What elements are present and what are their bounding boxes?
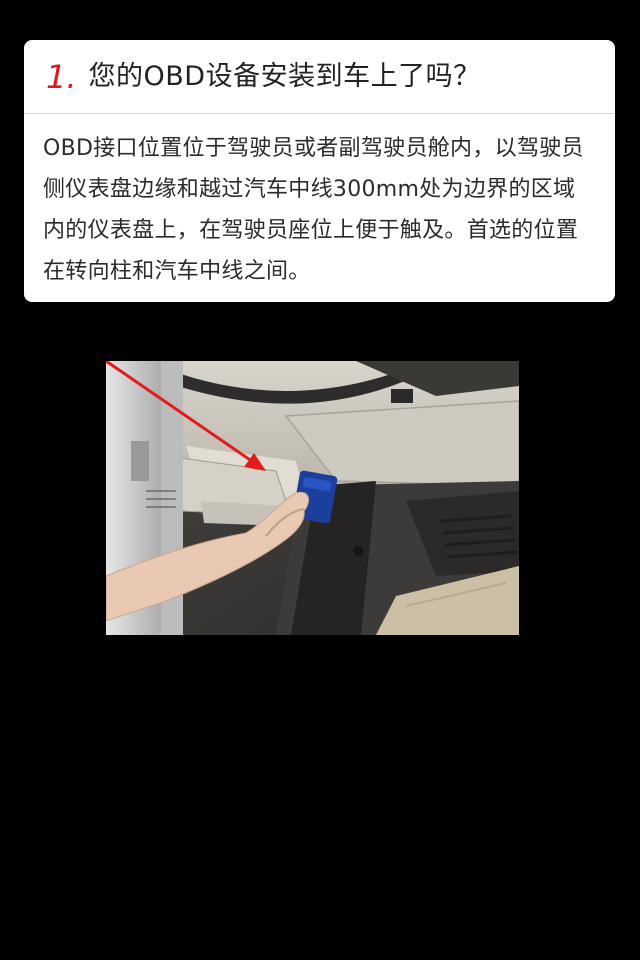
step-card: 1. 您的OBD设备安装到车上了吗？ OBD接口位置位于驾驶员或者副驾驶员舱内，… [24, 40, 615, 302]
step-description: OBD接口位置位于驾驶员或者副驾驶员舱内，以驾驶员侧仪表盘边缘和越过汽车中线30… [43, 136, 584, 284]
obd-location-photo [106, 361, 519, 635]
obd-location-illustration [106, 361, 519, 635]
step-number: 1. [46, 57, 77, 96]
screen: 1. 您的OBD设备安装到车上了吗？ OBD接口位置位于驾驶员或者副驾驶员舱内，… [0, 0, 640, 960]
step-header: 1. 您的OBD设备安装到车上了吗？ [24, 40, 615, 114]
step-title: 您的OBD设备安装到车上了吗？ [88, 61, 481, 92]
